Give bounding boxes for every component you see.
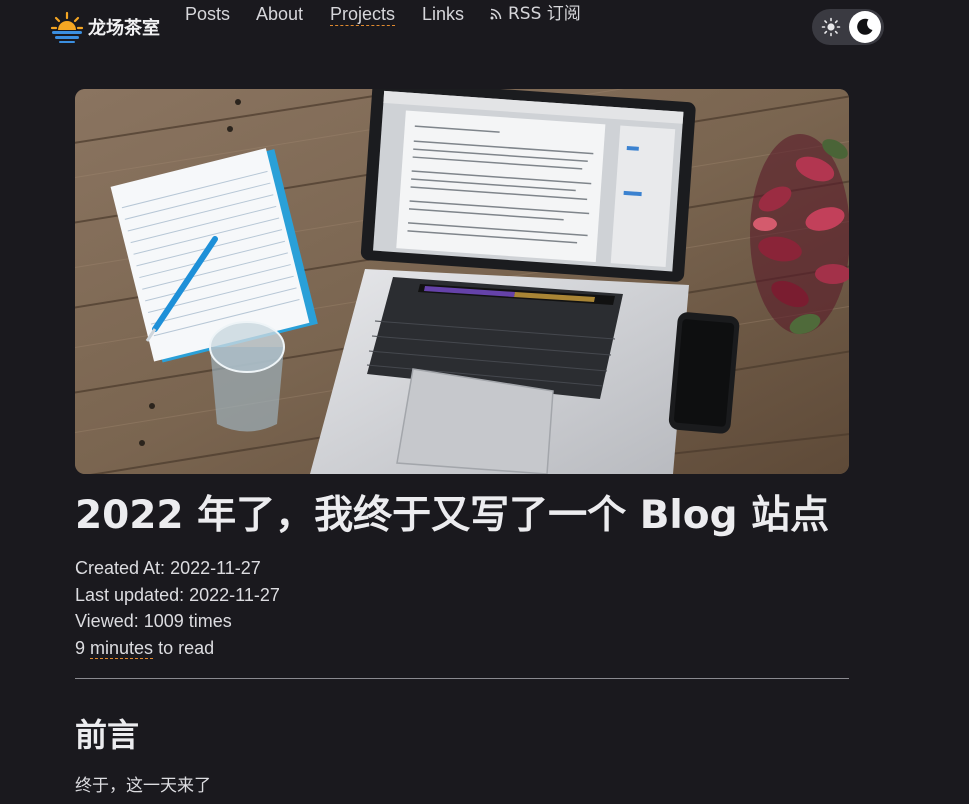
last-updated-value: 2022-11-27 xyxy=(189,584,280,605)
sun-icon xyxy=(821,17,841,37)
views-row: Viewed: 1009 times xyxy=(75,608,280,635)
nav-about-link[interactable]: About xyxy=(256,2,303,26)
nav-projects-link[interactable]: Projects xyxy=(330,3,396,26)
article-paragraph: 终于，这一天来了 xyxy=(75,776,211,796)
reading-time-minutes: 9 xyxy=(75,638,86,659)
moon-icon xyxy=(857,18,873,35)
created-at-value: 2022-11-27 xyxy=(170,558,261,578)
site-title: 龙场茶室 xyxy=(88,18,160,39)
views-value: 1009 times xyxy=(143,611,232,632)
hero-image xyxy=(75,89,849,474)
sunrise-logo-icon xyxy=(50,11,84,43)
reading-time-row: 9 minutes to read xyxy=(75,635,280,662)
nav-rss-link[interactable]: RSS 订阅 xyxy=(490,2,581,26)
section-heading: 前言 xyxy=(75,716,140,754)
rss-icon xyxy=(490,8,502,20)
site-brand-link[interactable]: 龙场茶室 xyxy=(50,10,160,44)
article-title: 2022 年了，我终于又写了一个 Blog 站点 xyxy=(75,493,830,538)
views-label: Viewed: xyxy=(75,611,139,632)
last-updated-label: Last updated: xyxy=(75,584,185,605)
meta-divider xyxy=(75,678,849,679)
nav-posts-link[interactable]: Posts xyxy=(185,2,230,26)
last-updated-row: Last updated: 2022-11-27 xyxy=(75,582,280,609)
created-at-row: Created At: 2022-11-27 xyxy=(75,555,280,582)
reading-time-unit: minutes xyxy=(90,638,154,660)
theme-toggle-knob xyxy=(849,11,881,43)
reading-time-suffix: to read xyxy=(158,638,215,659)
site-header: 龙场茶室 Posts About Projects Links RSS 订阅 xyxy=(0,0,969,54)
created-at-label: Created At: xyxy=(75,558,166,578)
article-meta: Created At: 2022-11-27 Last updated: 202… xyxy=(75,555,280,662)
theme-toggle[interactable] xyxy=(812,9,884,45)
nav-links-link[interactable]: Links xyxy=(422,2,464,26)
rss-label: RSS 订阅 xyxy=(508,4,581,24)
